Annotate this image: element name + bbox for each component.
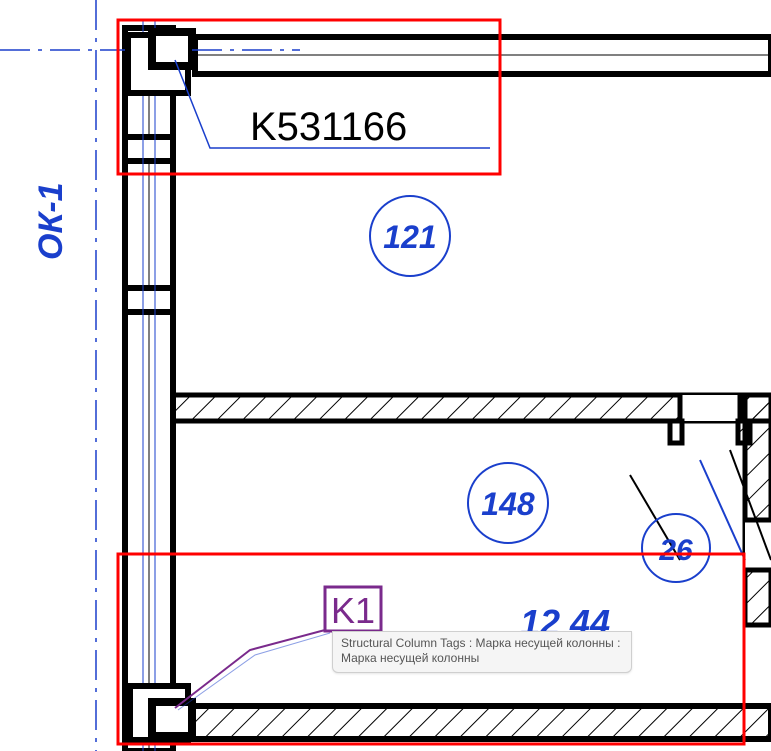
- tooltip-line2: Марка несущей колонны: [341, 651, 479, 665]
- room-bubble-148: 148: [468, 463, 548, 543]
- svg-text:148: 148: [481, 486, 535, 522]
- wall-interior-vertical-right: [745, 395, 771, 625]
- column-top-left[interactable]: [128, 32, 192, 93]
- door-swing-2: [700, 460, 745, 560]
- grid-axis-label: ОК-1: [32, 182, 70, 260]
- wall-interior-horizontal: [173, 395, 771, 443]
- svg-text:K1: K1: [331, 590, 375, 631]
- column-bottom-left[interactable]: [130, 686, 192, 740]
- room-bubble-26: 26: [642, 514, 710, 582]
- tooltip-line1: Structural Column Tags : Марка несущей к…: [341, 636, 620, 650]
- svg-text:26: 26: [658, 534, 693, 567]
- wall-bottom: [170, 706, 771, 739]
- room-bubble-121: 121: [370, 196, 450, 276]
- svg-text:K531166: K531166: [250, 105, 407, 149]
- tag-tooltip: Structural Column Tags : Марка несущей к…: [332, 631, 632, 673]
- svg-text:121: 121: [383, 219, 436, 255]
